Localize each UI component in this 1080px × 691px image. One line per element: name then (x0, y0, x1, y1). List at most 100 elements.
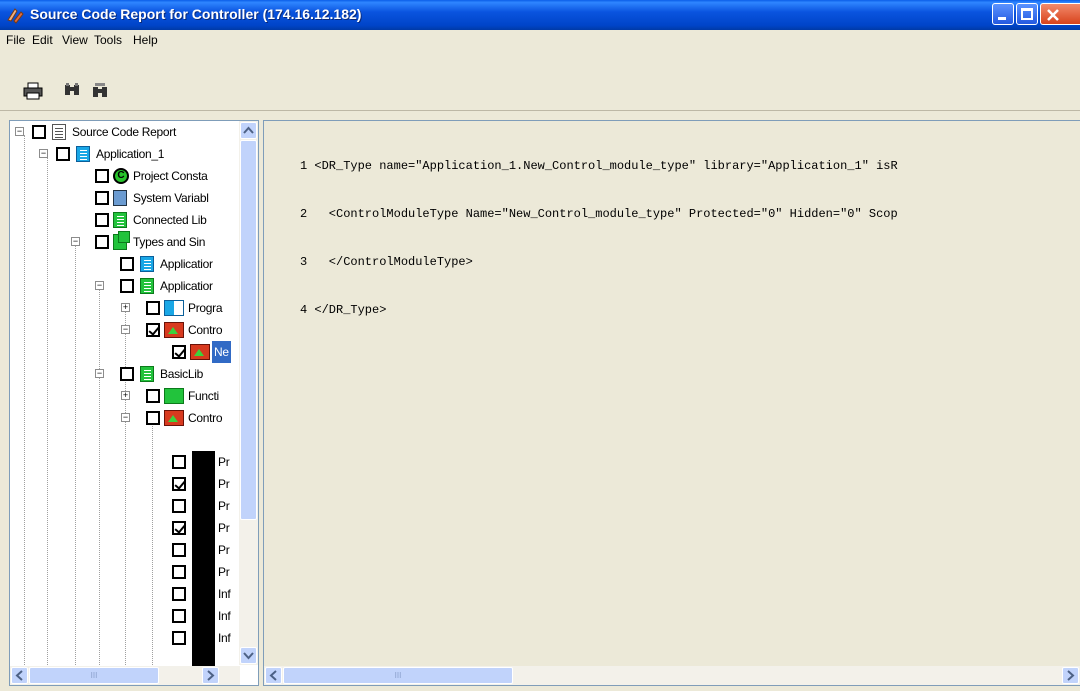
tree-item-connected-libraries[interactable]: Connected Lib (10, 209, 240, 231)
tree-item-label: Inf (218, 587, 231, 601)
menu-help[interactable]: Help (133, 33, 158, 47)
checkbox[interactable] (146, 323, 160, 337)
collapse-icon[interactable]: − (95, 281, 104, 290)
checkbox[interactable] (120, 279, 134, 293)
minimize-button[interactable] (992, 3, 1014, 25)
tree-item-label: Pr (218, 455, 230, 469)
tree-item-basiclib[interactable]: − BasicLib (10, 363, 240, 385)
scroll-up-button[interactable] (240, 122, 257, 139)
tree-item-types-and-single[interactable]: − Types and Sin (10, 231, 240, 253)
tree-item-leaf[interactable]: Pr (10, 517, 240, 539)
tree-item-application-b[interactable]: − Applicatior (10, 275, 240, 297)
checkbox[interactable] (146, 389, 160, 403)
expand-icon[interactable]: + (121, 391, 130, 400)
scroll-thumb[interactable]: III (29, 667, 159, 684)
checkbox[interactable] (95, 213, 109, 227)
checkbox[interactable] (172, 477, 186, 491)
tree-item-leaf[interactable]: Pr (10, 495, 240, 517)
tree-item-leaf[interactable]: Inf (10, 605, 240, 627)
collapse-icon[interactable]: − (39, 149, 48, 158)
tree-item-label-selected: Ne (212, 341, 231, 363)
tree-item-function-blocks[interactable]: + Functi (10, 385, 240, 407)
checkbox[interactable] (172, 543, 186, 557)
collapse-icon[interactable]: − (95, 369, 104, 378)
title-bar[interactable]: Source Code Report for Controller (174.1… (0, 0, 1080, 30)
tree-item-system-variables[interactable]: System Variabl (10, 187, 240, 209)
tree-item-control-modules-basiclib[interactable]: − Contro (10, 407, 240, 429)
find-icon[interactable] (63, 82, 81, 100)
collapse-icon[interactable]: − (121, 325, 130, 334)
tree-item-program[interactable]: + Progra (10, 297, 240, 319)
checkbox[interactable] (172, 565, 186, 579)
menu-edit[interactable]: Edit (32, 33, 53, 47)
code-horizontal-scrollbar[interactable]: III (264, 666, 1080, 685)
checkbox[interactable] (172, 631, 186, 645)
scroll-right-button[interactable] (1062, 667, 1079, 684)
tree-item-new-control-module-type[interactable]: Ne (10, 341, 240, 363)
chevron-right-icon (207, 670, 215, 681)
checkbox[interactable] (120, 257, 134, 271)
close-button[interactable] (1040, 3, 1080, 25)
checkbox[interactable] (146, 411, 160, 425)
checkbox[interactable] (95, 191, 109, 205)
tree-item-label: Project Consta (133, 169, 208, 183)
toolbar (0, 50, 1080, 111)
source-code-pane[interactable]: 1 <DR_Type name="Application_1.New_Contr… (263, 120, 1080, 686)
scroll-right-button[interactable] (202, 667, 219, 684)
tree-item-label: Functi (188, 389, 219, 403)
tree-item-leaf[interactable]: Inf (10, 627, 240, 649)
checkbox[interactable] (172, 455, 186, 469)
checkbox[interactable] (146, 301, 160, 315)
checkbox[interactable] (172, 587, 186, 601)
tree-item-label: Contro (188, 411, 223, 425)
tree-pane[interactable]: − Source Code Report − Application_1 C P… (9, 120, 259, 686)
scroll-left-button[interactable] (265, 667, 282, 684)
source-code-text[interactable]: 1 <DR_Type name="Application_1.New_Contr… (300, 126, 898, 350)
tree-item-application-1[interactable]: − Application_1 (10, 143, 240, 165)
scroll-thumb[interactable]: III (283, 667, 513, 684)
tree-item-label: Progra (188, 301, 223, 315)
minimize-icon (998, 17, 1006, 20)
printer-icon[interactable] (23, 82, 43, 100)
tree-item-project-constants[interactable]: C Project Consta (10, 165, 240, 187)
checkbox[interactable] (172, 609, 186, 623)
collapse-icon[interactable]: − (15, 127, 24, 136)
tree-item-source-code-report[interactable]: − Source Code Report (10, 121, 240, 143)
checkbox[interactable] (56, 147, 70, 161)
close-icon (1047, 9, 1059, 21)
chevron-left-icon (269, 670, 277, 681)
menu-view[interactable]: View (62, 33, 88, 47)
code-line: 3 </ControlModuleType> (300, 255, 473, 269)
tree-item-leaf[interactable]: Pr (10, 539, 240, 561)
tree-item-leaf[interactable]: Inf (10, 583, 240, 605)
find-replace-icon[interactable] (91, 82, 109, 100)
tree-item-label: Pr (218, 499, 230, 513)
checkbox[interactable] (95, 235, 109, 249)
checkbox[interactable] (172, 521, 186, 535)
tree-item-leaf[interactable]: Pr (10, 473, 240, 495)
checkbox[interactable] (172, 499, 186, 513)
collapse-icon[interactable]: − (121, 413, 130, 422)
menu-tools[interactable]: Tools (94, 33, 122, 47)
tree-vertical-scrollbar[interactable] (239, 121, 258, 665)
system-variable-icon (113, 190, 127, 206)
collapse-icon[interactable]: − (71, 237, 80, 246)
menu-file[interactable]: File (6, 33, 25, 47)
control-module-icon (190, 344, 210, 360)
expand-icon[interactable]: + (121, 303, 130, 312)
tree-item-leaf[interactable]: Pr (10, 451, 240, 473)
checkbox[interactable] (32, 125, 46, 139)
tree-item-leaf[interactable]: Pr (10, 561, 240, 583)
checkbox[interactable] (120, 367, 134, 381)
tree-item-application-a[interactable]: Applicatior (10, 253, 240, 275)
tree-horizontal-scrollbar[interactable]: III (10, 666, 240, 685)
tree-item-control-modules[interactable]: − Contro (10, 319, 240, 341)
scroll-down-button[interactable] (240, 647, 257, 664)
tree-item-label: Types and Sin (133, 235, 206, 249)
scroll-thumb[interactable] (240, 140, 257, 520)
maximize-button[interactable] (1016, 3, 1038, 25)
checkbox[interactable] (172, 345, 186, 359)
scroll-left-button[interactable] (11, 667, 28, 684)
tree-item-label: Inf (218, 631, 231, 645)
checkbox[interactable] (95, 169, 109, 183)
